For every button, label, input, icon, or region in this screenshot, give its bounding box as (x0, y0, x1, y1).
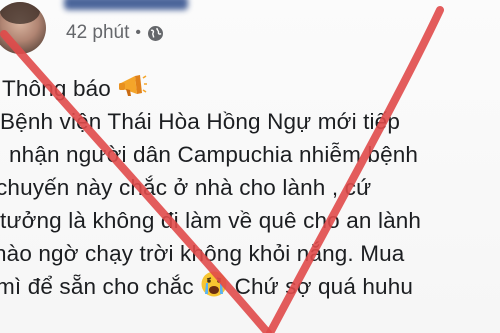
facebook-post-screenshot: 42 phút • Thông báo Bệnh viện Thái Hòa H (0, 0, 500, 333)
post-heading: Thông báo (2, 76, 111, 101)
post-line-3: nhận người dân Campuchia nhiễm bệnh (9, 142, 419, 167)
author-name-redacted[interactable] (64, 0, 188, 10)
post-time[interactable]: 42 phút (66, 22, 129, 44)
post-line-7-text: mì để sẵn cho chắc (0, 274, 194, 299)
post-line-6: nào ngờ chạy trời không khỏi nắng. Mua (0, 241, 405, 266)
post-line-5: tưởng là không đi làm về quê cho an lành (0, 208, 422, 233)
post-meta: 42 phút • (66, 20, 164, 46)
post-line-4: chuyến này chắc ở nhà cho lành , cứ (0, 175, 372, 200)
crying-face-icon (200, 270, 228, 307)
globe-icon[interactable] (147, 25, 164, 42)
post-line-7: mì để sẵn cho chắc Chứ sợ quá huhu (0, 270, 500, 303)
author-avatar[interactable] (0, 2, 46, 54)
post-body: Thông báo Bệnh viện Thái Hòa Hồng Ngự mớ… (0, 72, 500, 303)
post-line-1: Thông báo (2, 72, 500, 105)
meta-separator: • (135, 24, 142, 41)
megaphone-icon (117, 72, 148, 109)
post-line-2: Bệnh viện Thái Hòa Hồng Ngự mới tiếp (0, 109, 401, 134)
post-line-7-tail: Chứ sợ quá huhu (234, 274, 414, 299)
